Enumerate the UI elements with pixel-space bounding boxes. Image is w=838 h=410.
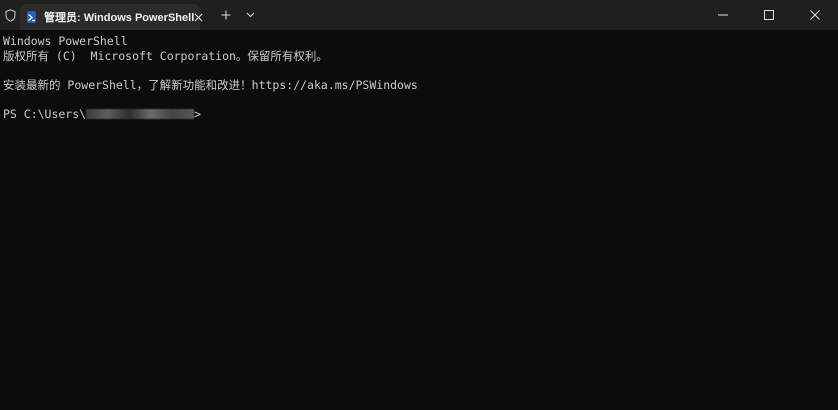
terminal-output[interactable]: Windows PowerShell 版权所有 (C) Microsoft Co… <box>0 30 838 410</box>
powershell-icon <box>27 11 36 23</box>
close-icon[interactable] <box>194 6 203 28</box>
plus-icon[interactable] <box>214 0 238 30</box>
terminal-line-header: Windows PowerShell <box>3 34 128 48</box>
chevron-down-icon[interactable] <box>238 0 262 30</box>
minimize-icon[interactable] <box>700 0 746 30</box>
prompt-path: PS C:\Users\ <box>3 106 87 121</box>
close-icon[interactable] <box>792 0 838 30</box>
tab-title: 管理员: Windows PowerShell <box>44 12 195 24</box>
shield-icon <box>0 0 20 30</box>
title-bar-drag-area[interactable] <box>262 0 700 30</box>
tab-powershell[interactable]: 管理员: Windows PowerShell <box>20 4 203 30</box>
title-bar: 管理员: Windows PowerShell <box>0 0 838 30</box>
prompt-symbol: > <box>194 106 202 121</box>
terminal-line-copyright: 版权所有 (C) Microsoft Corporation。保留所有权利。 <box>3 48 328 63</box>
terminal-line-update-notice: 安装最新的 PowerShell，了解新功能和改进！https://aka.ms… <box>3 77 418 92</box>
maximize-icon[interactable] <box>746 0 792 30</box>
terminal-prompt[interactable]: PS C:\Users\ > <box>3 107 838 122</box>
redacted-username <box>86 109 195 119</box>
